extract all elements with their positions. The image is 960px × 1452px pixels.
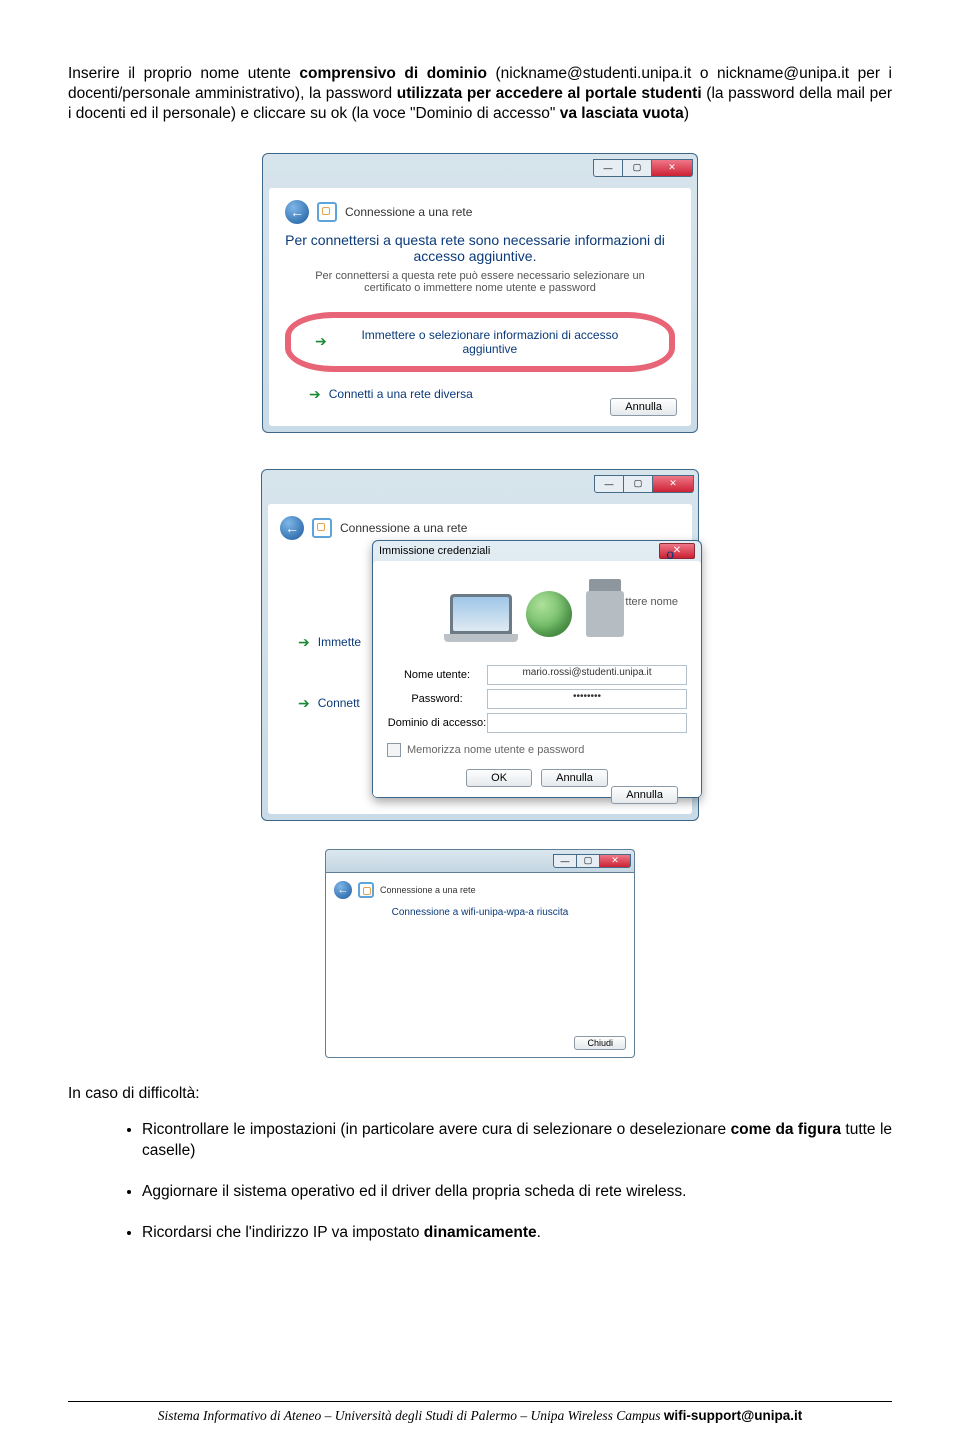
back-icon[interactable]: ← [280, 516, 304, 540]
option-label: Immettere o selezionare informazioni di … [335, 328, 645, 356]
username-label: Nome utente: [387, 669, 487, 681]
ok-button[interactable]: OK [466, 769, 532, 787]
bullet-recheck-settings: Ricontrollare le impostazioni (in partic… [142, 1120, 892, 1162]
close-dialog-button[interactable]: Chiudi [574, 1036, 626, 1050]
globe-icon [526, 591, 572, 637]
breadcrumb: Connessione a una rete [340, 521, 467, 535]
credentials-graphic [387, 577, 687, 651]
page-footer: Sistema Informativo di Ateneo – Universi… [68, 1401, 892, 1424]
window-connect-network-with-dialog: — ▢ ✕ ← Connessione a una rete Per conne… [261, 469, 699, 821]
footer-italic: Sistema Informativo di Ateneo – Universi… [158, 1408, 664, 1423]
bg-opt2: Connett [318, 696, 360, 710]
credentials-dialog: Immissione credenziali ✕ Nom [372, 540, 702, 798]
maximize-button[interactable]: ▢ [623, 159, 652, 177]
intro-text-1: Inserire il proprio nome utente [68, 65, 299, 82]
difficulty-list: Ricontrollare le impostazioni (in partic… [68, 1120, 892, 1244]
intro-text-4: ) [684, 105, 689, 122]
back-icon[interactable]: ← [334, 881, 352, 899]
remember-label: Memorizza nome utente e password [407, 744, 584, 756]
arrow-right-icon: ➔ [315, 333, 327, 350]
close-button[interactable]: ✕ [600, 854, 631, 868]
arrow-right-icon: ➔ [298, 695, 310, 712]
bg-sub-right: ttere nome [625, 596, 678, 608]
highlight-circle: ➔ Immettere o selezionare informazioni d… [285, 312, 675, 372]
window-connection-success: — ▢ ✕ ← Connessione a una rete Connessio… [325, 849, 635, 1058]
dialog-heading: Per connettersi a questa rete sono neces… [285, 232, 665, 264]
back-icon[interactable]: ← [285, 200, 309, 224]
dialog-subtext: Per connettersi a questa rete può essere… [295, 270, 665, 294]
maximize-button[interactable]: ▢ [624, 475, 653, 493]
dialog-title: Immissione credenziali [379, 545, 490, 557]
dialog-close-button[interactable]: ✕ [659, 543, 695, 559]
figure-3: — ▢ ✕ ← Connessione a una rete Connessio… [68, 849, 892, 1058]
window-titlebar: — ▢ ✕ [263, 154, 697, 182]
dialog-cancel-button[interactable]: Annulla [541, 769, 608, 787]
bullet-update-drivers: Aggiornare il sistema operativo ed il dr… [142, 1182, 892, 1203]
server-icon [586, 591, 624, 637]
password-input[interactable]: •••••••• [487, 689, 687, 709]
username-input[interactable]: mario.rossi@studenti.unipa.it [487, 665, 687, 685]
minimize-button[interactable]: — [593, 159, 623, 177]
difficulty-heading: In caso di difficoltà: [68, 1084, 892, 1104]
intro-bold-3: va lasciata vuota [560, 105, 684, 122]
intro-bold-2: utilizzata per accedere al portale stude… [397, 85, 702, 102]
minimize-button[interactable]: — [594, 475, 624, 493]
network-icon [317, 202, 337, 222]
network-icon [358, 882, 374, 898]
footer-email: wifi-support@unipa.it [664, 1408, 802, 1423]
figure-2: — ▢ ✕ ← Connessione a una rete Per conne… [68, 461, 892, 829]
network-icon [312, 518, 332, 538]
window-connect-network: — ▢ ✕ ← Connessione a una rete Per conne… [262, 153, 698, 433]
success-status: Connessione a wifi-unipa-wpa-a riuscita [334, 907, 626, 918]
maximize-button[interactable]: ▢ [577, 854, 600, 868]
window-titlebar: — ▢ ✕ [262, 470, 698, 498]
bg-heading-right: o [666, 546, 674, 562]
arrow-right-icon: ➔ [309, 386, 321, 403]
arrow-right-icon: ➔ [298, 634, 310, 651]
close-button[interactable]: ✕ [653, 475, 694, 493]
close-button[interactable]: ✕ [652, 159, 693, 177]
domain-input[interactable] [487, 713, 687, 733]
cancel-button[interactable]: Annulla [611, 786, 678, 804]
option-label: Connetti a una rete diversa [329, 387, 473, 401]
bullet-dynamic-ip: Ricordarsi che l'indirizzo IP va imposta… [142, 1223, 892, 1244]
remember-checkbox[interactable] [387, 743, 401, 757]
intro-paragraph: Inserire il proprio nome utente comprens… [68, 64, 892, 125]
bg-opt1: Immette [318, 635, 361, 649]
password-label: Password: [387, 693, 487, 705]
minimize-button[interactable]: — [553, 854, 577, 868]
domain-label: Dominio di accesso: [387, 717, 487, 729]
intro-bold-1: comprensivo di dominio [299, 65, 487, 82]
laptop-icon [450, 594, 512, 634]
cancel-button[interactable]: Annulla [610, 398, 677, 416]
breadcrumb: Connessione a una rete [345, 205, 472, 219]
breadcrumb: Connessione a una rete [380, 885, 476, 895]
document-page: Inserire il proprio nome utente comprens… [0, 0, 960, 1452]
figure-1: — ▢ ✕ ← Connessione a una rete Per conne… [68, 145, 892, 441]
option-enter-credentials[interactable]: ➔ Immettere o selezionare informazioni d… [305, 322, 655, 362]
